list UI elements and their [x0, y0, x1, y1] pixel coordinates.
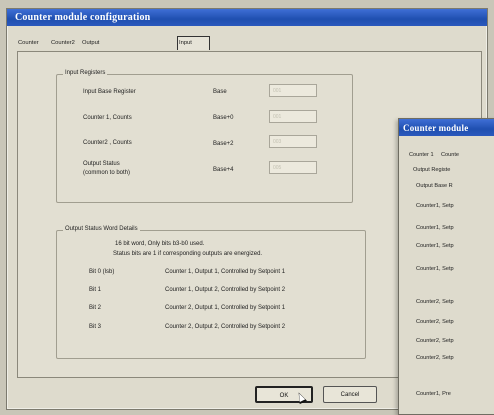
row-b-5: Counter2, Setp: [416, 299, 454, 305]
output-status-label: Output Status: [83, 161, 120, 167]
tab-output-registers-info[interactable]: Output Register's Information: [81, 37, 112, 70]
counter2-counts-field[interactable]: 003: [269, 135, 317, 148]
counter2-counts-label: Counter2 , Counts: [83, 140, 132, 146]
row-b-2: Counter1, Setp: [416, 225, 454, 231]
bit2-label: Bit 2: [89, 305, 102, 311]
counter1-counts-label: Counter 1, Counts: [83, 115, 132, 121]
window-title: Counter module configuration: [15, 12, 151, 23]
row-b-3: Counter1, Setp: [416, 243, 454, 249]
tab-counter-1-b[interactable]: Counter 1: [409, 152, 434, 158]
bit1-desc: Counter 1, Output 2, Controlled by Setpo…: [165, 287, 286, 293]
window-title-2: Counter module: [403, 123, 469, 133]
output-status-offset: Base+4: [213, 167, 234, 173]
bit1-label: Bit 1: [89, 287, 102, 293]
counter1-counts-offset: Base+0: [213, 115, 234, 121]
tab-counter-1[interactable]: Counter 1: [17, 37, 40, 58]
row-b-0: Output Base R: [416, 183, 453, 189]
counter-module-dialog-2: Counter module Counter 1 Counte Output R…: [398, 118, 494, 415]
input-registers-group-label: Input Registers: [63, 70, 108, 76]
input-registers-group: Input Registers Input Base Register Base…: [56, 70, 353, 203]
bit2-desc: Counter 2, Output 1, Controlled by Setpo…: [165, 305, 286, 311]
row-b-4: Counter1, Setp: [416, 266, 454, 272]
output-registers-group-label-b: Output Registe: [413, 167, 451, 173]
cancel-button[interactable]: Cancel: [323, 386, 377, 403]
title-bar-2: Counter module: [399, 119, 494, 136]
input-base-register-field[interactable]: 001: [269, 84, 317, 97]
status-note-2: Status bits are 1 if corresponding outpu…: [113, 251, 263, 257]
tab-input-registers-info[interactable]: Input Register's Information: [177, 36, 210, 70]
bit0-label: Bit 0 (lsb): [89, 269, 115, 275]
bit0-desc: Counter 1, Output 1, Controlled by Setpo…: [165, 269, 286, 275]
output-status-field[interactable]: 005: [269, 161, 317, 174]
tab-counter-b[interactable]: Counte: [441, 152, 459, 158]
input-base-register-label: Input Base Register: [83, 89, 136, 95]
counter1-counts-field[interactable]: 001: [269, 110, 317, 123]
counter2-counts-offset: Base+2: [213, 141, 234, 147]
title-bar: Counter module configuration: [7, 9, 487, 26]
row-b-1: Counter1, Setp: [416, 203, 454, 209]
row-b-8: Counter2, Setp: [416, 355, 454, 361]
output-status-word-group: Output Status Word Details 16 bit word, …: [56, 226, 366, 359]
output-status-word-group-label: Output Status Word Details: [63, 226, 140, 232]
row-b-9: Counter1, Pre: [416, 391, 451, 397]
input-base-register-offset: Base: [213, 89, 227, 95]
tab-counter-2[interactable]: Counter2: [50, 37, 76, 49]
output-status-sublabel: (common to both): [83, 170, 131, 176]
bit3-desc: Counter 2, Output 2, Controlled by Setpo…: [165, 324, 286, 330]
row-b-6: Counter2, Setp: [416, 319, 454, 325]
status-note-1: 16 bit word, Only bits b3-b0 used.: [115, 241, 205, 247]
bit3-label: Bit 3: [89, 324, 102, 330]
row-b-7: Counter2, Setp: [416, 338, 454, 344]
